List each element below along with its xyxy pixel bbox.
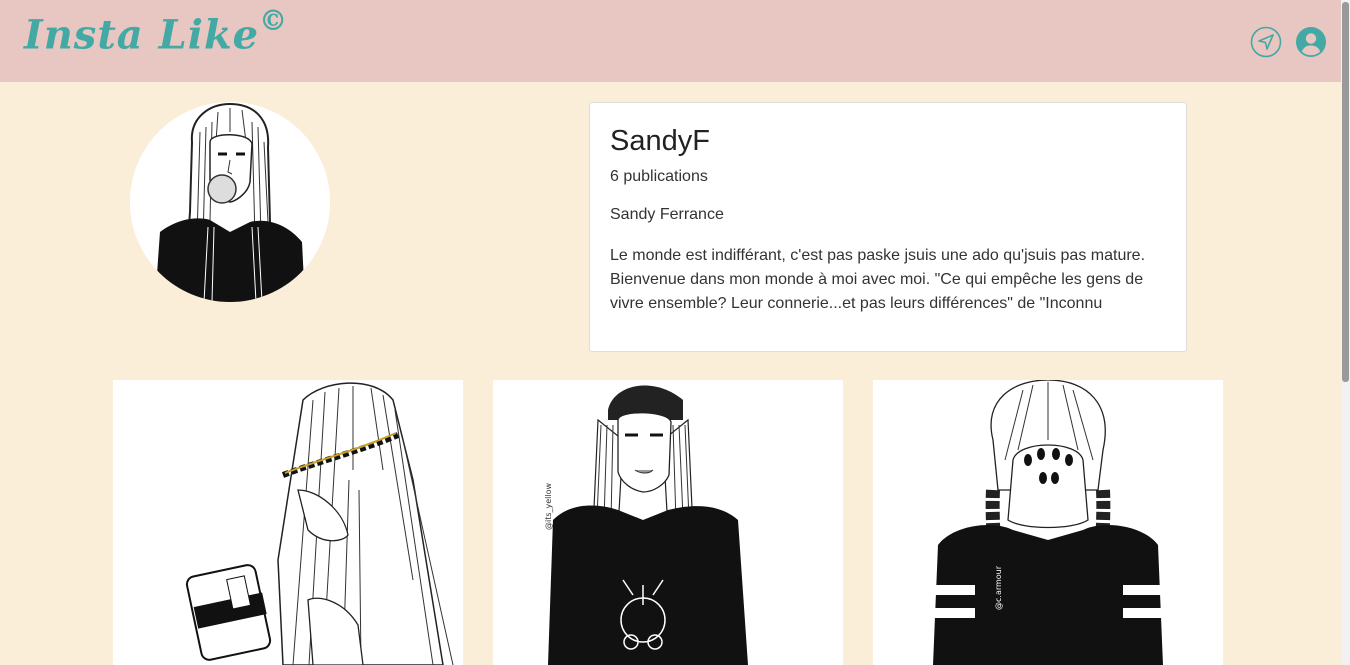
post-thumbnail-1[interactable] xyxy=(113,380,463,665)
post2-watermark: @its_yellow xyxy=(544,482,553,530)
brand-copyright-mark: © xyxy=(259,4,289,37)
brand-logo[interactable]: Insta Like© xyxy=(24,4,288,59)
profile-bio: Le monde est indifférant, c'est pas pask… xyxy=(610,247,1146,312)
profile-avatar xyxy=(130,102,330,302)
profile-full-name: Sandy Ferrance xyxy=(610,206,724,223)
post3-watermark: @c.armour xyxy=(994,565,1003,610)
profile-username: SandyF xyxy=(610,125,710,157)
post-thumbnail-2[interactable]: @its_yellow xyxy=(493,380,843,665)
page-scrollbar[interactable] xyxy=(1341,0,1350,665)
scrollbar-thumb[interactable] xyxy=(1342,2,1349,382)
profile-info-card: SandyF 6 publications Sandy Ferrance Le … xyxy=(589,102,1187,352)
user-account-icon[interactable] xyxy=(1295,26,1327,58)
send-icon[interactable] xyxy=(1250,26,1282,58)
top-navbar: Insta Like© xyxy=(0,0,1341,82)
post-thumbnail-3[interactable]: @c.armour xyxy=(873,380,1223,665)
publications-count: 6 publications xyxy=(610,168,708,185)
brand-name: Insta Like xyxy=(24,11,260,59)
